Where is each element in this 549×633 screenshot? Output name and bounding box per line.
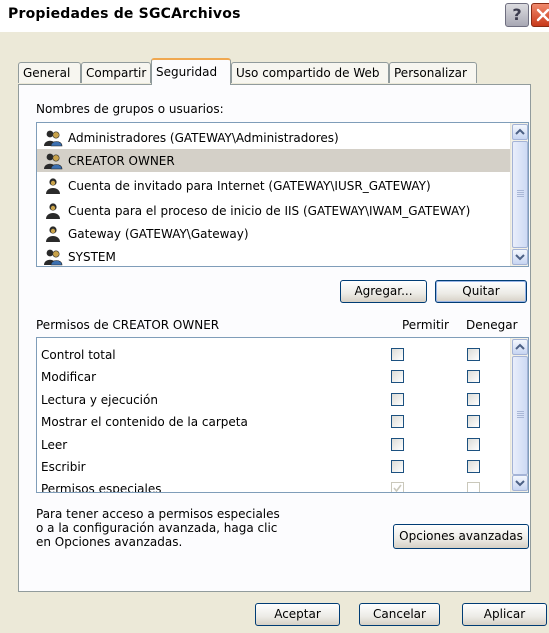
properties-dialog: Propiedades de SGCArchivos ? General Com… (0, 0, 549, 633)
close-button[interactable] (531, 3, 549, 27)
list-item[interactable]: Administradores (GATEWAY\Administradores… (37, 126, 511, 149)
tab-uso-compartido-web[interactable]: Uso compartido de Web (231, 62, 389, 83)
allow-checkbox-checked (391, 482, 404, 492)
permission-name: Lectura y ejecución (41, 393, 158, 407)
groups-scrollbar[interactable] (510, 123, 528, 266)
advanced-options-button[interactable]: Opciones avanzadas (393, 524, 529, 549)
allow-column-header: Permitir (402, 318, 449, 332)
permission-row: Modificar (37, 367, 511, 389)
list-item-label: Cuenta para el proceso de inicio de IIS … (68, 203, 471, 218)
tab-general[interactable]: General (18, 62, 81, 83)
groups-list[interactable]: Administradores (GATEWAY\Administradores… (36, 122, 529, 267)
list-item-label: Cuenta de invitado para Internet (GATEWA… (68, 178, 431, 193)
close-icon (536, 8, 549, 22)
user-group-icon (44, 153, 63, 169)
permission-row: Mostrar el contenido de la carpeta (37, 412, 511, 434)
list-item-label: Administradores (GATEWAY\Administradores… (68, 130, 339, 145)
scroll-thumb[interactable] (512, 356, 528, 475)
allow-checkbox[interactable] (391, 370, 404, 383)
cancel-button[interactable]: Cancelar (359, 603, 440, 626)
permission-row: Control total (37, 345, 511, 367)
scroll-down-button[interactable] (512, 475, 528, 491)
add-button[interactable]: Agregar... (340, 280, 427, 303)
permission-name: Permisos especiales (41, 482, 162, 493)
permission-name: Leer (41, 438, 68, 452)
apply-button[interactable]: Aplicar (462, 603, 547, 626)
user-group-icon (44, 130, 63, 146)
deny-checkbox[interactable] (467, 370, 480, 383)
deny-checkbox[interactable] (467, 415, 480, 428)
help-button[interactable]: ? (505, 3, 529, 27)
permissions-list: Control total Modificar Lectura y ejecuc… (36, 337, 529, 493)
deny-checkbox[interactable] (467, 393, 480, 406)
deny-checkbox (467, 482, 480, 492)
permission-row: Permisos especiales (37, 479, 511, 493)
list-item[interactable]: Cuenta para el proceso de inicio de IIS … (37, 199, 511, 222)
list-item-label: CREATOR OWNER (68, 153, 175, 168)
deny-checkbox[interactable] (467, 460, 480, 473)
permission-row: Leer (37, 435, 511, 457)
permissions-header: Permisos de CREATOR OWNER (36, 318, 220, 332)
tab-personalizar[interactable]: Personalizar (389, 62, 477, 83)
permission-name: Mostrar el contenido de la carpeta (41, 415, 248, 429)
list-item-selected[interactable]: CREATOR OWNER (37, 149, 511, 172)
deny-checkbox[interactable] (467, 348, 480, 361)
tab-compartir[interactable]: Compartir (81, 62, 151, 83)
remove-button[interactable]: Quitar (435, 280, 527, 303)
ok-button[interactable]: Aceptar (255, 603, 340, 626)
tab-seguridad[interactable]: Seguridad (151, 58, 231, 85)
permission-row: Escribir (37, 457, 511, 479)
advanced-help-line1: Para tener acceso a permisos especiales (36, 507, 280, 521)
permission-name: Escribir (41, 460, 86, 474)
title-bar[interactable]: Propiedades de SGCArchivos ? (0, 0, 549, 32)
user-icon (46, 177, 60, 194)
chevron-up-icon (515, 128, 525, 135)
scroll-thumb[interactable] (512, 141, 528, 248)
help-icon: ? (512, 5, 522, 24)
permission-row: Lectura y ejecución (37, 390, 511, 412)
scroll-down-button[interactable] (512, 249, 528, 265)
checkmark-icon (393, 484, 402, 492)
chevron-down-icon (515, 480, 525, 487)
user-icon (46, 202, 60, 219)
allow-checkbox[interactable] (391, 460, 404, 473)
scroll-up-button[interactable] (512, 339, 528, 355)
permission-name: Modificar (41, 370, 97, 384)
advanced-help-line3: en Opciones avanzadas. (36, 535, 183, 549)
chevron-up-icon (515, 343, 525, 350)
user-icon (46, 225, 60, 242)
list-item-label: SYSTEM (68, 249, 116, 264)
permission-name: Control total (41, 348, 116, 362)
allow-checkbox[interactable] (391, 415, 404, 428)
list-item-label: Gateway (GATEWAY\Gateway) (68, 226, 249, 241)
list-item[interactable]: Cuenta de invitado para Internet (GATEWA… (37, 174, 511, 197)
allow-checkbox[interactable] (391, 393, 404, 406)
user-group-icon (44, 249, 63, 265)
allow-checkbox[interactable] (391, 438, 404, 451)
allow-checkbox[interactable] (391, 348, 404, 361)
list-item[interactable]: Gateway (GATEWAY\Gateway) (37, 222, 511, 245)
chevron-down-icon (515, 254, 525, 261)
groups-label: Nombres de grupos o usuarios: (36, 102, 224, 116)
scroll-up-button[interactable] (512, 124, 528, 140)
list-item[interactable]: SYSTEM (37, 245, 511, 266)
deny-column-header: Denegar (466, 318, 518, 332)
window-title: Propiedades de SGCArchivos (8, 6, 241, 22)
advanced-help-line2: o a la configuración avanzada, haga clic (36, 521, 278, 535)
deny-checkbox[interactable] (467, 438, 480, 451)
permissions-scrollbar[interactable] (510, 338, 528, 492)
